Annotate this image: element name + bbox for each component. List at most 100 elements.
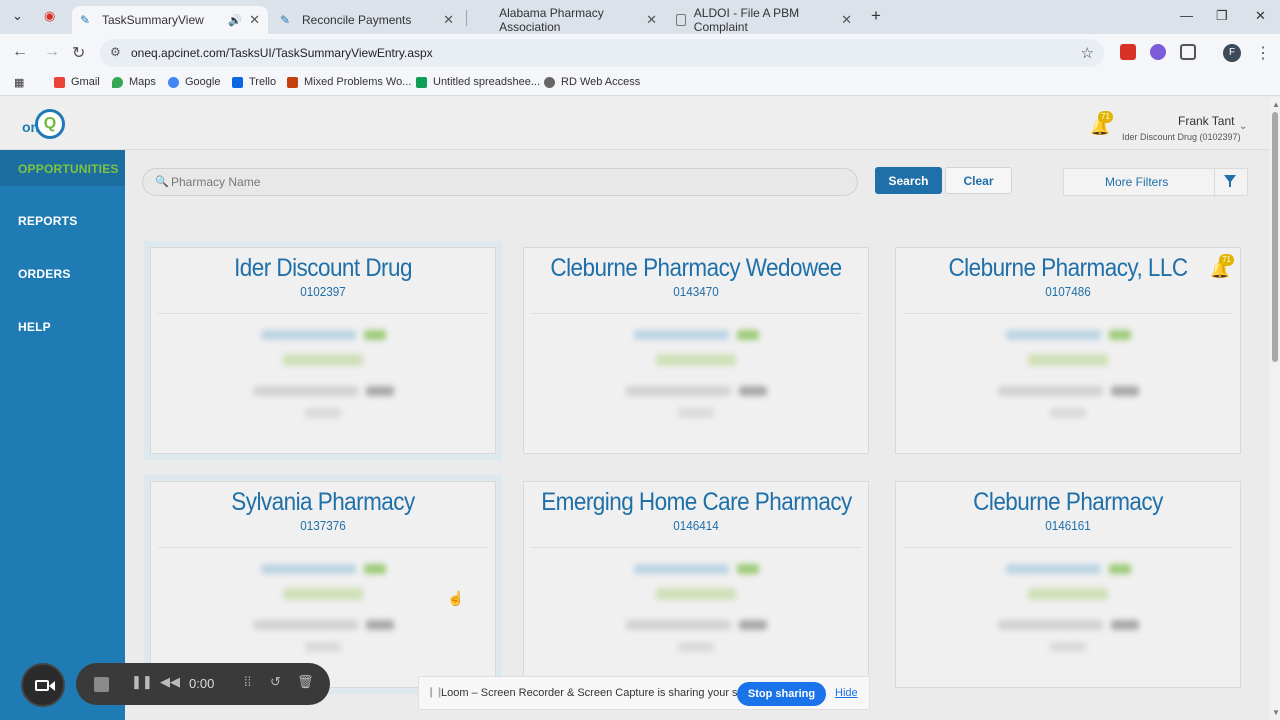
minimize-icon[interactable]: — <box>1180 8 1193 23</box>
card-divider <box>158 313 488 314</box>
more-filters-button[interactable]: More Filters <box>1063 168 1248 197</box>
browser-menu-icon[interactable]: ⋮ <box>1255 43 1271 63</box>
forward-icon[interactable]: → <box>44 43 60 61</box>
camera-lens-icon <box>49 681 55 691</box>
notification-badge: 71 <box>1219 254 1234 266</box>
tab-favicon-icon: ✎ <box>280 13 291 27</box>
maps-icon <box>112 76 123 88</box>
pharmacy-card[interactable]: Cleburne Pharmacy, LLC 0107486 🔔 71 <box>895 247 1241 454</box>
pharmacy-name: Cleburne Pharmacy, LLC <box>948 254 1188 282</box>
search-icon: 🔍 <box>155 176 169 188</box>
card-divider <box>531 313 861 314</box>
profile-avatar[interactable]: F <box>1223 44 1241 62</box>
bookmark-mixed-problems[interactable]: Mixed Problems Wo... <box>287 76 411 88</box>
maximize-icon[interactable]: ❐ <box>1216 8 1228 24</box>
tab-search-chevron-icon[interactable]: ⌄ <box>12 8 23 24</box>
search-button[interactable]: Search <box>875 167 942 194</box>
tab-title: TaskSummaryView <box>102 13 204 27</box>
tab-favicon-icon: ✎ <box>80 13 91 27</box>
close-window-icon[interactable]: ✕ <box>1255 8 1266 24</box>
clear-button[interactable]: Clear <box>945 167 1012 194</box>
extension-pdf-icon[interactable] <box>1120 44 1136 60</box>
tab-task-summary[interactable]: ✎ TaskSummaryView 🔊 ✕ <box>72 6 268 34</box>
scroll-up-icon[interactable]: ▲ <box>1272 100 1280 109</box>
pharmacy-number: 0143470 <box>673 284 719 299</box>
pharmacy-name: Emerging Home Care Pharmacy <box>541 488 852 516</box>
hide-link[interactable]: Hide <box>835 687 858 699</box>
browser-tabstrip: ⌄ ◉ ✎ TaskSummaryView 🔊 ✕ ✎ Reconcile Pa… <box>0 0 1280 34</box>
tab-reconcile-payments[interactable]: ✎ Reconcile Payments ✕ <box>272 6 462 34</box>
pharmacy-number: 0102397 <box>300 284 346 299</box>
more-filters-label: More Filters <box>1105 175 1169 189</box>
sheets-icon <box>416 76 427 88</box>
pharmacy-card[interactable]: Cleburne Pharmacy 0146161 <box>895 481 1241 688</box>
pharmacy-card[interactable]: Sylvania Pharmacy 0137376 <box>150 481 496 688</box>
stop-sharing-button[interactable]: Stop sharing <box>737 682 826 706</box>
card-divider <box>158 547 488 548</box>
close-tab-icon[interactable]: ✕ <box>443 12 454 28</box>
google-icon <box>168 76 179 88</box>
pharmacy-card[interactable]: Emerging Home Care Pharmacy 0146414 <box>523 481 869 688</box>
close-tab-icon[interactable]: ✕ <box>841 12 852 28</box>
apps-grid-icon[interactable]: ▦ <box>14 76 24 89</box>
card-divider <box>531 547 861 548</box>
hand-cursor-icon: ☝ <box>447 590 465 606</box>
user-menu-chevron-icon[interactable]: ⌄ <box>1239 121 1247 132</box>
address-bar[interactable]: ⚙ oneq.apcinet.com/TasksUI/TaskSummaryVi… <box>100 39 1104 67</box>
reload-icon[interactable]: ↻ <box>72 43 85 63</box>
scrollbar-thumb[interactable] <box>1272 112 1278 362</box>
bookmark-rd-web-access[interactable]: RD Web Access <box>544 76 640 88</box>
app-header: one Q 🔔 71 Frank Tant Ider Discount Drug… <box>0 97 1270 150</box>
speaker-icon[interactable]: 🔊 <box>228 14 242 27</box>
pharmacy-card[interactable]: Ider Discount Drug 0102397 <box>150 247 496 454</box>
pause-icon[interactable]: ❚❚ <box>131 674 153 690</box>
back-icon[interactable]: ← <box>12 43 28 61</box>
notification-badge: 71 <box>1098 111 1113 123</box>
sidebar-item-reports[interactable]: REPORTS <box>18 214 77 228</box>
globe-icon <box>544 76 555 88</box>
tab-aldoi[interactable]: ALDOI - File A PBM Complaint ✕ <box>668 6 860 34</box>
pharmacy-name: Cleburne Pharmacy <box>973 488 1163 516</box>
site-info-icon[interactable]: ⚙ <box>110 45 121 59</box>
scroll-down-icon[interactable]: ▼ <box>1272 708 1280 717</box>
restart-icon[interactable]: ↺ <box>270 674 281 690</box>
oneq-logo[interactable]: one Q <box>22 107 68 139</box>
close-tab-icon[interactable]: ✕ <box>646 12 657 28</box>
drawing-tools-icon[interactable]: ⁞⁞ <box>244 674 251 689</box>
sidebar: OPPORTUNITIES REPORTS ORDERS HELP <box>0 150 125 720</box>
blurred-stats <box>896 330 1240 418</box>
tab-title: Reconcile Payments <box>302 13 412 27</box>
screen-share-notification: ❙❙ Loom – Screen Recorder & Screen Captu… <box>418 676 870 710</box>
tab-favicon-icon <box>676 14 686 26</box>
rewind-icon[interactable]: ◀◀ <box>160 674 180 690</box>
worksheet-icon <box>287 76 298 88</box>
close-tab-icon[interactable]: ✕ <box>249 12 260 28</box>
user-name[interactable]: Frank Tant <box>1178 114 1234 128</box>
bookmark-star-icon[interactable]: ☆ <box>1081 44 1094 62</box>
sidebar-item-help[interactable]: HELP <box>18 320 51 334</box>
pharmacy-name-input[interactable] <box>171 172 841 192</box>
bookmark-google[interactable]: Google <box>168 76 220 88</box>
bookmark-gmail[interactable]: Gmail <box>54 76 100 88</box>
trello-icon <box>232 76 243 88</box>
extensions-puzzle-icon[interactable] <box>1180 44 1196 60</box>
delete-recording-icon[interactable]: 🗑 <box>297 674 314 690</box>
tab-alabama-pharmacy[interactable]: Alabama Pharmacy Association ✕ <box>470 6 665 34</box>
sidebar-item-orders[interactable]: ORDERS <box>18 267 71 281</box>
extension-loom-icon[interactable] <box>1150 44 1166 60</box>
logo-q: Q <box>35 109 65 139</box>
pharmacy-number: 0146161 <box>1045 518 1091 533</box>
loom-camera-button[interactable] <box>21 663 65 707</box>
sidebar-item-opportunities[interactable]: OPPORTUNITIES <box>0 150 125 186</box>
blurred-stats <box>524 564 868 652</box>
page-scrollbar[interactable]: ▲ ▼ <box>1270 97 1280 720</box>
pharmacy-card[interactable]: Cleburne Pharmacy Wedowee 0143470 <box>523 247 869 454</box>
pharmacy-number: 0146414 <box>673 518 719 533</box>
pharmacy-search-box: 🔍 <box>142 168 858 196</box>
tab-separator <box>466 10 467 26</box>
new-tab-button[interactable]: + <box>871 6 881 26</box>
bookmark-untitled-spreadsheet[interactable]: Untitled spreadshee... <box>416 76 540 88</box>
bookmark-trello[interactable]: Trello <box>232 76 276 88</box>
stop-recording-icon[interactable] <box>94 677 109 692</box>
bookmark-maps[interactable]: Maps <box>112 76 156 88</box>
